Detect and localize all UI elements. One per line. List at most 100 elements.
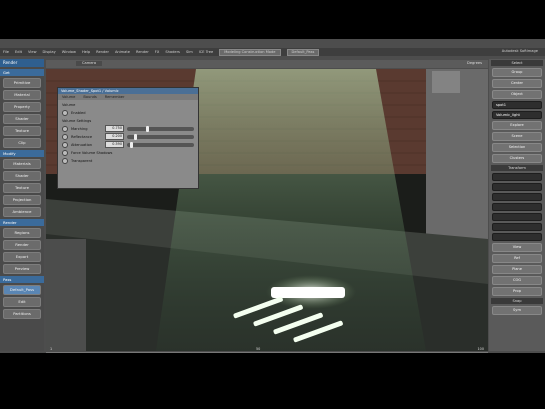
dialog-tabs: Volume Bounds Remember — [58, 94, 198, 100]
marching-value[interactable]: 0.750 — [105, 125, 124, 132]
get-material-button[interactable]: Material — [3, 90, 41, 100]
modify-materials-button[interactable]: Materials — [3, 159, 41, 169]
pass-combo[interactable]: Default_Pass — [286, 48, 320, 56]
degrees-label: Degrees — [467, 61, 482, 65]
render-export-button[interactable]: Export — [3, 252, 41, 262]
get-primitive-button[interactable]: Primitive — [3, 78, 41, 88]
snap-header: Snap — [491, 298, 543, 304]
pass-partitions-button[interactable]: Partitions — [3, 309, 41, 319]
attenuation-anim-icon[interactable] — [62, 141, 68, 148]
enabled-row: Enabled — [62, 109, 194, 116]
attenuation-value[interactable]: 0.590 — [105, 141, 124, 148]
menu-shaders[interactable]: Shaders — [165, 50, 180, 54]
reflectance-slider-knob[interactable] — [133, 133, 137, 140]
cog-button[interactable]: COG — [492, 276, 542, 285]
explore-button[interactable]: Explore — [492, 121, 542, 130]
pass-default-button[interactable]: Default_Pass — [3, 285, 41, 295]
menu-animate[interactable]: Animate — [115, 50, 130, 54]
prop-button[interactable]: Prop — [492, 287, 542, 296]
reflectance-label: Reflectance — [71, 134, 93, 139]
render-render-button[interactable]: Render — [3, 240, 41, 250]
render-preview-button[interactable]: Preview — [3, 264, 41, 274]
object-button[interactable]: Object — [492, 90, 542, 99]
group-button[interactable]: Group — [492, 68, 542, 77]
modify-projection-button[interactable]: Projection — [3, 195, 41, 205]
reflectance-slider[interactable] — [127, 133, 194, 140]
get-texture-button[interactable]: Texture — [3, 126, 41, 136]
attenuation-row: Attenuation 0.590 — [62, 141, 194, 148]
tab-bounds[interactable]: Bounds — [79, 94, 100, 100]
menu-ice-tree[interactable]: ICE Tree — [199, 50, 213, 54]
marching-row: Marching 0.750 — [62, 125, 194, 132]
menu-fx[interactable]: FX — [155, 50, 160, 54]
timeline-mid: 50 — [256, 347, 261, 351]
layout-combo[interactable]: Modeling Construction Mode — [219, 48, 281, 56]
reflectance-value[interactable]: 0.200 — [105, 133, 124, 140]
marching-slider[interactable] — [127, 125, 194, 132]
viewport-toolbar: Camera Degrees — [46, 60, 488, 68]
softimage-window: File Edit View Display Window Help Rende… — [0, 39, 545, 353]
select-header: Select — [491, 60, 543, 66]
volume-shader-dialog[interactable]: Volume_Shader_Spot1 / Volumic Volume Bou… — [57, 87, 199, 189]
translate-x-field[interactable] — [492, 223, 542, 231]
ref-button[interactable]: Ref — [492, 254, 542, 263]
get-property-button[interactable]: Property — [3, 102, 41, 112]
section-label: Volume — [62, 102, 76, 107]
enabled-checkbox[interactable] — [62, 109, 68, 116]
menu-display[interactable]: Display — [43, 50, 56, 54]
translate-y-field[interactable] — [492, 233, 542, 241]
menu-render2[interactable]: Render — [136, 50, 149, 54]
menu-help[interactable]: Help — [82, 50, 90, 54]
sym-button[interactable]: Sym — [492, 306, 542, 315]
plane-button[interactable]: Plane — [492, 265, 542, 274]
timeline-bar[interactable]: 1 50 100 — [46, 347, 488, 353]
menu-render[interactable]: Render — [96, 50, 109, 54]
marching-anim-icon[interactable] — [62, 125, 68, 132]
scale-z-field[interactable] — [492, 193, 542, 201]
center-button[interactable]: Center — [492, 79, 542, 88]
pass-edit-button[interactable]: Edit — [3, 297, 41, 307]
selection-button[interactable]: Selection — [492, 143, 542, 152]
modify-shader-button[interactable]: Shader — [3, 171, 41, 181]
transparent-row: Transparent — [62, 157, 194, 164]
render-regions-button[interactable]: Regions — [3, 228, 41, 238]
reflectance-anim-icon[interactable] — [62, 133, 68, 140]
object-name-field[interactable]: spot1 — [492, 101, 542, 109]
menu-view[interactable]: View — [28, 50, 37, 54]
transform-header: Transform — [491, 165, 543, 171]
tab-remember[interactable]: Remember — [101, 94, 129, 100]
force-volume-checkbox[interactable] — [62, 149, 68, 156]
scale-y-field[interactable] — [492, 183, 542, 191]
marching-slider-knob[interactable] — [145, 125, 149, 132]
scale-x-field[interactable] — [492, 173, 542, 181]
rotate-y-field[interactable] — [492, 213, 542, 221]
rotate-x-field[interactable] — [492, 203, 542, 211]
menu-sim[interactable]: Sim — [186, 50, 193, 54]
tab-volume[interactable]: Volume — [58, 94, 79, 100]
attenuation-slider[interactable] — [127, 141, 194, 148]
force-volume-label: Force Volume Shadows — [71, 150, 113, 155]
main-menubar: File Edit View Display Window Help Rende… — [0, 48, 545, 56]
force-volume-row: Force Volume Shadows — [62, 149, 194, 156]
enabled-label: Enabled — [71, 110, 86, 115]
camera-combo[interactable]: Camera — [76, 61, 103, 66]
transparent-checkbox[interactable] — [62, 157, 68, 164]
section-modify: Modify — [0, 150, 44, 157]
object-name-field-2[interactable]: Volumic_light — [492, 111, 542, 119]
right-mcp-panel: Select Group Center Object spot1 Volumic… — [489, 59, 545, 351]
view-button[interactable]: View — [492, 243, 542, 252]
menu-window[interactable]: Window — [62, 50, 76, 54]
menu-file[interactable]: File — [3, 50, 9, 54]
volume-settings-label: Volume Settings — [62, 118, 92, 123]
marching-label: Marching — [71, 126, 88, 131]
modify-texture-button[interactable]: Texture — [3, 183, 41, 193]
attenuation-slider-knob[interactable] — [130, 141, 134, 148]
scene-button[interactable]: Scene — [492, 132, 542, 141]
get-shader-button[interactable]: Shader — [3, 114, 41, 124]
module-selector[interactable]: Render — [0, 59, 44, 67]
clusters-button[interactable]: Clusters — [492, 154, 542, 163]
modify-ambience-button[interactable]: Ambience — [3, 207, 41, 217]
menu-edit[interactable]: Edit — [15, 50, 22, 54]
get-clip-button[interactable]: Clip — [3, 138, 41, 148]
section-get: Get — [0, 69, 44, 76]
